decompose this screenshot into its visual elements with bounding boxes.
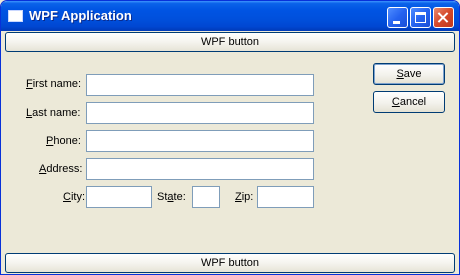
last-name-label: Last name:: [26, 107, 81, 119]
save-button[interactable]: Save: [373, 63, 445, 85]
phone-field[interactable]: [86, 130, 314, 152]
app-window: WPF Application WPF button First name: L…: [0, 0, 460, 275]
address-label: Address:: [39, 163, 83, 175]
title-bar[interactable]: WPF Application: [1, 1, 459, 31]
address-field[interactable]: [86, 158, 314, 180]
maximize-button[interactable]: [410, 7, 431, 28]
maximize-icon: [415, 12, 426, 23]
close-icon: [434, 8, 453, 27]
cancel-button[interactable]: Cancel: [373, 91, 445, 113]
state-label: State:: [157, 191, 186, 203]
window-title: WPF Application: [29, 8, 132, 23]
city-label: City:: [63, 191, 86, 203]
city-field[interactable]: [86, 186, 152, 208]
wpf-button-top[interactable]: WPF button: [5, 32, 455, 52]
minimize-button[interactable]: [387, 7, 408, 28]
window-icon: [8, 10, 23, 22]
first-name-label: First name:: [26, 78, 82, 90]
last-name-field[interactable]: [86, 102, 314, 124]
close-button[interactable]: [433, 7, 454, 28]
state-field[interactable]: [192, 186, 220, 208]
first-name-field[interactable]: [86, 74, 314, 96]
minimize-icon: [393, 21, 400, 24]
phone-label: Phone:: [46, 135, 81, 147]
zip-label: Zip:: [235, 191, 254, 203]
zip-field[interactable]: [257, 186, 314, 208]
wpf-button-bottom[interactable]: WPF button: [5, 253, 455, 273]
